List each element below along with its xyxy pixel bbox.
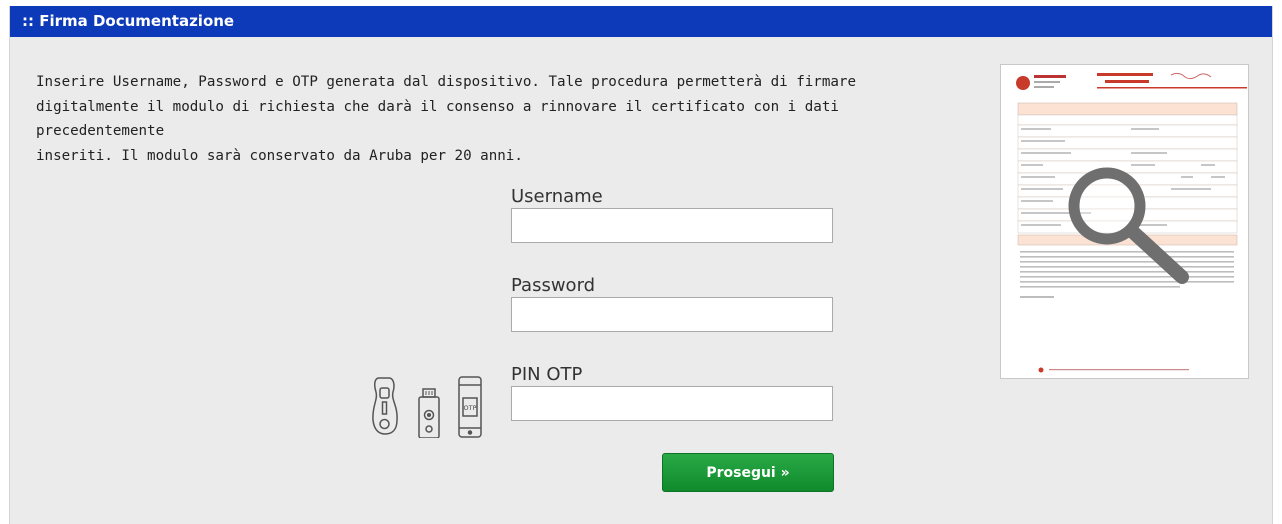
password-label: Password — [511, 275, 596, 296]
firma-documentazione-panel: :: Firma Documentazione Inserire Usernam… — [9, 6, 1273, 524]
instructions-line: inseriti. Il modulo sarà conservato da A… — [36, 147, 523, 164]
otp-devices-illustration: OTP — [370, 372, 482, 442]
document-preview[interactable] — [1000, 64, 1249, 379]
otp-text: OTP — [463, 404, 476, 412]
pin-otp-field[interactable] — [511, 386, 833, 421]
username-label: Username — [511, 186, 603, 207]
pin-otp-label: PIN OTP — [511, 364, 583, 385]
instructions-text: Inserire Username, Password e OTP genera… — [36, 70, 956, 168]
usb-token-icon — [418, 388, 440, 439]
username-field[interactable] — [511, 208, 833, 243]
password-field[interactable] — [511, 297, 833, 332]
instructions-line: Inserire Username, Password e OTP genera… — [36, 74, 856, 90]
instructions-line: digitalmente il modulo di richiesta che … — [36, 98, 839, 140]
panel-title: :: Firma Documentazione — [10, 6, 1272, 37]
otp-keyfob-icon — [372, 377, 398, 435]
prosegui-button[interactable]: Prosegui » — [662, 453, 834, 492]
